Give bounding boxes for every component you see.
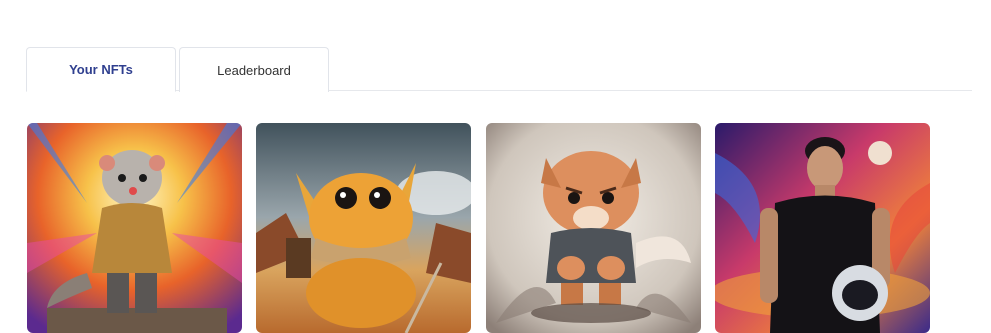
nft-image-meerkat [27, 123, 242, 333]
nft-image-astronaut [715, 123, 930, 333]
nft-card-meerkat[interactable] [27, 123, 242, 333]
nft-image-fluffy-creature [256, 123, 471, 333]
nft-card-fluffy-creature[interactable] [256, 123, 471, 333]
nft-card-kitten[interactable] [486, 123, 701, 333]
tab-your-nfts-label: Your NFTs [69, 62, 133, 77]
nft-card-astronaut[interactable] [715, 123, 930, 333]
tab-your-nfts[interactable]: Your NFTs [26, 47, 176, 92]
tabs-bar: Your NFTs Leaderboard [26, 47, 972, 92]
tab-leaderboard[interactable]: Leaderboard [179, 47, 329, 92]
tab-leaderboard-label: Leaderboard [217, 62, 291, 78]
nft-image-kitten [486, 123, 701, 333]
